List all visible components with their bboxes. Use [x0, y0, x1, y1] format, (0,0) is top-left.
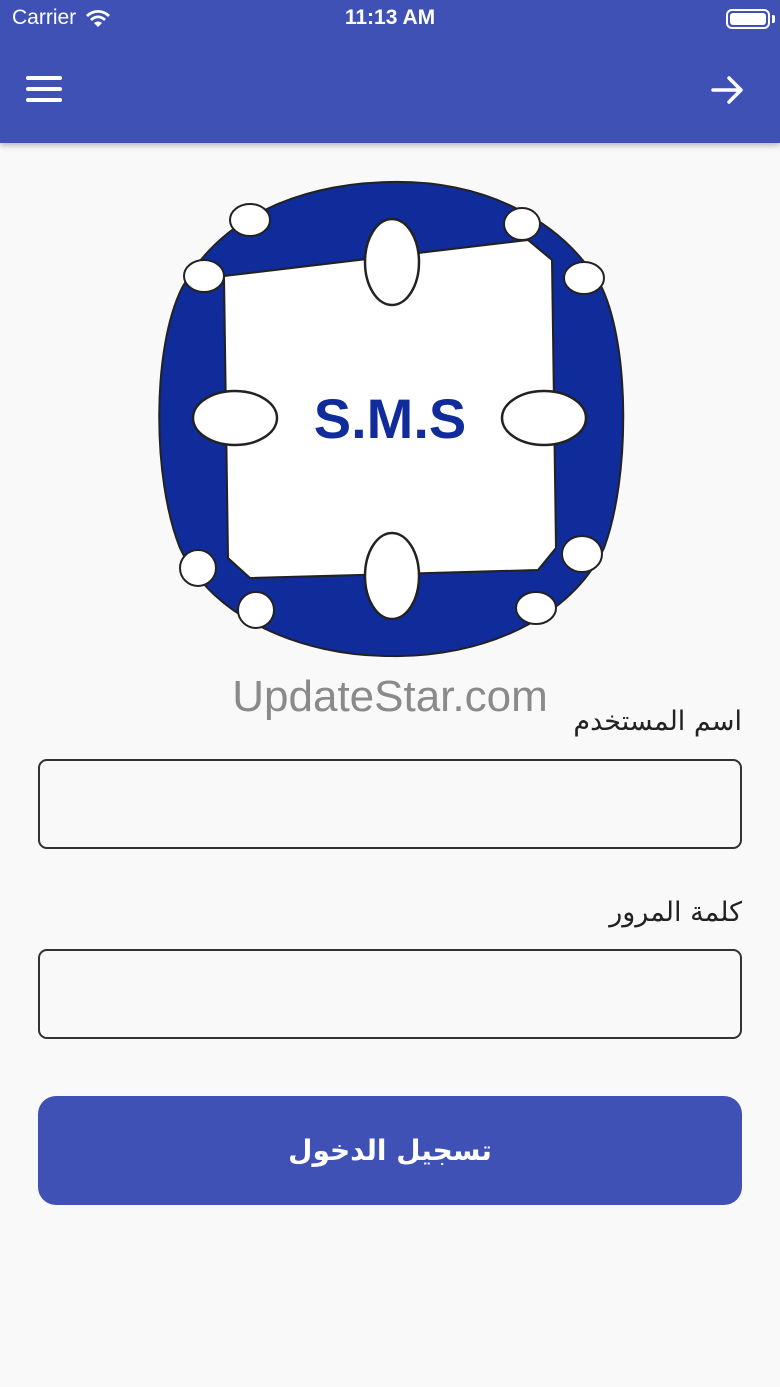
logo-text: S.M.S [314, 387, 466, 450]
username-field[interactable] [38, 759, 742, 849]
app-header: Carrier 11:13 AM [0, 0, 780, 143]
username-label: اسم المستخدم [573, 706, 742, 737]
status-time: 11:13 AM [344, 6, 436, 29]
menu-icon-line [26, 87, 62, 91]
arrow-right-icon[interactable] [710, 72, 746, 108]
login-button[interactable]: تسجيل الدخول [38, 1096, 742, 1205]
battery-icon [726, 9, 770, 29]
password-label: كلمة المرور [609, 897, 742, 928]
menu-button[interactable] [26, 76, 64, 106]
menu-icon-line [26, 98, 62, 102]
menu-icon-line [26, 76, 62, 80]
battery-tip [772, 15, 775, 23]
sms-logo: S.M.S [158, 180, 625, 658]
password-field[interactable] [38, 949, 742, 1039]
